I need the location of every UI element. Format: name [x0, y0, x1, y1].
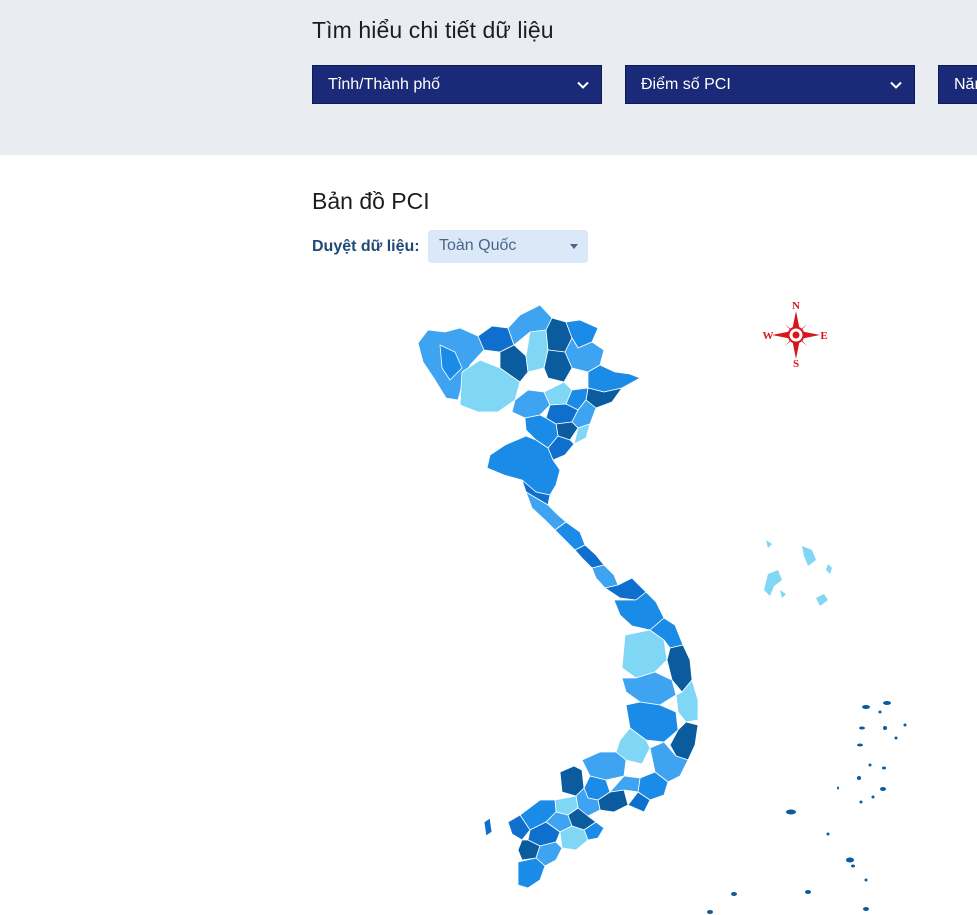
province-region[interactable]	[581, 751, 627, 781]
spratly-islands	[707, 701, 907, 914]
compass-n-label: N	[792, 300, 800, 312]
province-region[interactable]	[517, 857, 546, 889]
vietnam-map[interactable]	[417, 304, 699, 889]
compass-w-label: W	[763, 330, 774, 342]
province-region[interactable]	[483, 817, 493, 837]
pci-map: N S E W	[417, 300, 907, 914]
province-region[interactable]	[559, 825, 589, 851]
compass-e-label: E	[820, 330, 827, 342]
province-region[interactable]	[587, 364, 641, 393]
province-region[interactable]	[621, 671, 677, 706]
province-region[interactable]	[591, 564, 619, 589]
compass-s-label: S	[793, 358, 799, 370]
province-region[interactable]	[574, 544, 605, 569]
compass-rose-icon: N S E W	[763, 300, 828, 370]
paracel-islands	[764, 540, 832, 606]
province-region[interactable]	[511, 389, 551, 419]
